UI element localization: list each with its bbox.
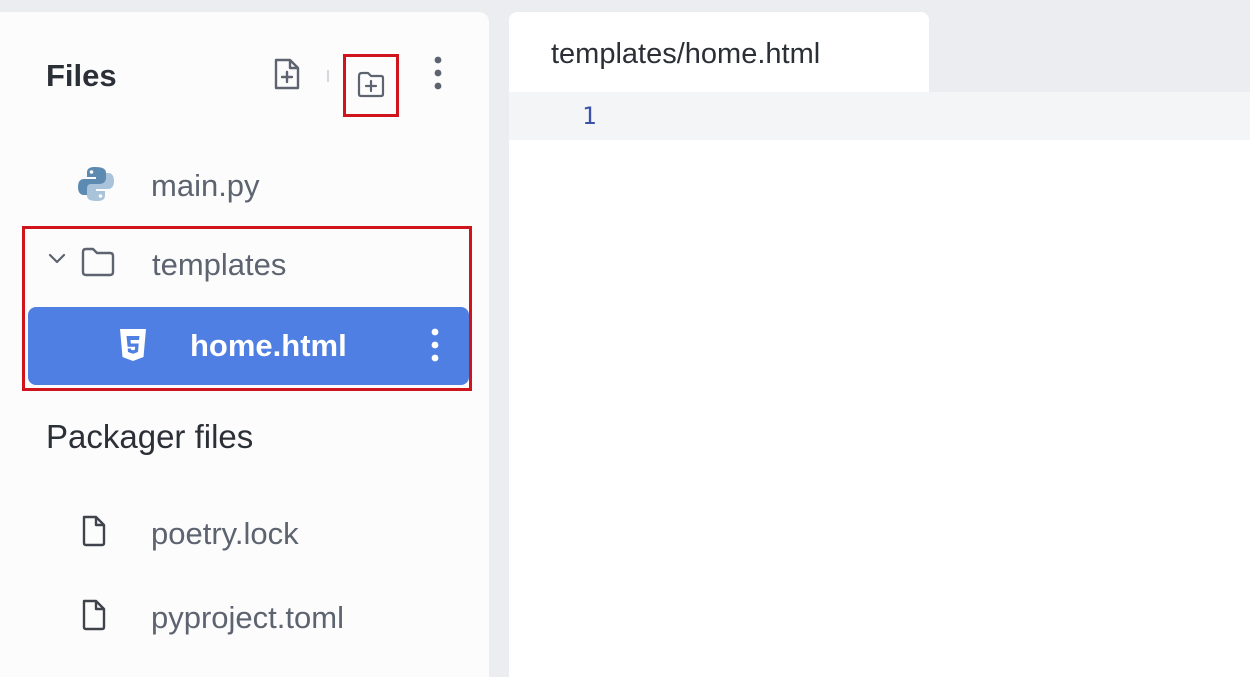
replit-workspace: Files main.py templates home.html Packag… <box>0 0 1250 677</box>
file-name: main.py <box>151 168 260 203</box>
tab-home-html[interactable]: templates/home.html <box>509 12 929 92</box>
tab-bar: templates/home.html <box>509 12 1250 92</box>
file-item-poetry-lock[interactable]: poetry.lock <box>0 502 489 562</box>
tab-label: templates/home.html <box>551 38 821 70</box>
files-header: Files <box>0 12 489 132</box>
file-sidebar: Files main.py templates home.html Packag… <box>0 12 489 677</box>
active-line: 1 <box>509 92 1250 140</box>
file-icon <box>80 514 108 553</box>
file-icon <box>80 598 108 637</box>
file-name: pyproject.toml <box>151 600 344 635</box>
line-number: 1 <box>582 102 597 130</box>
new-file-icon[interactable] <box>272 57 302 91</box>
folder-icon <box>80 246 116 283</box>
code-area[interactable]: 1 <box>509 92 1250 677</box>
packager-files-title: Packager files <box>46 418 254 455</box>
file-name: poetry.lock <box>151 516 299 551</box>
code-editor: templates/home.html 1 <box>509 12 1250 677</box>
new-folder-icon <box>357 71 385 98</box>
header-divider <box>327 70 329 82</box>
more-options-icon[interactable] <box>425 326 445 366</box>
file-name: home.html <box>190 328 347 363</box>
python-icon <box>76 164 116 209</box>
file-item-home-html[interactable]: home.html <box>28 307 469 385</box>
files-title: Files <box>46 58 117 93</box>
file-item-pyproject-toml[interactable]: pyproject.toml <box>0 586 489 646</box>
file-item-main-py[interactable]: main.py <box>0 154 489 214</box>
chevron-down-icon[interactable] <box>47 252 67 271</box>
folder-name: templates <box>152 247 287 282</box>
more-options-icon[interactable] <box>425 54 451 94</box>
folder-item-templates[interactable]: templates <box>0 232 489 292</box>
html5-icon <box>118 327 148 368</box>
top-strip <box>0 0 1250 10</box>
new-folder-button[interactable] <box>343 54 399 117</box>
